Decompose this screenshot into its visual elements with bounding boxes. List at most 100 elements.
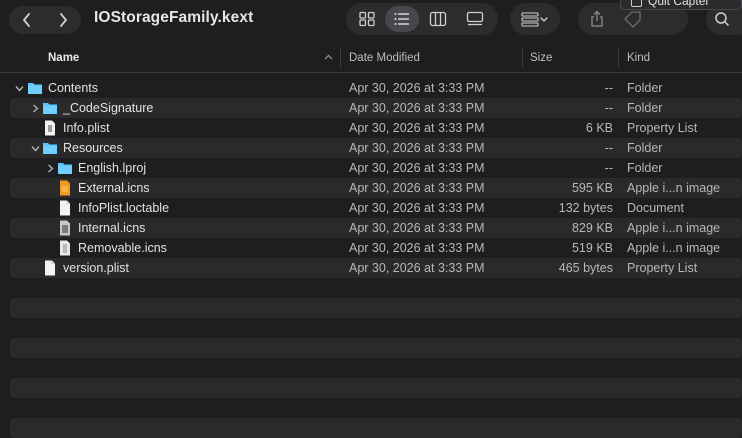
row-kind: Apple i...n image: [627, 221, 721, 235]
column-divider[interactable]: [618, 48, 619, 68]
row-date: Apr 30, 2026 at 3:33 PM: [349, 241, 485, 255]
row-date: Apr 30, 2026 at 3:33 PM: [349, 161, 485, 175]
row-size: --: [604, 81, 613, 95]
list-view-button[interactable]: [385, 6, 419, 32]
disclosure-collapsed-icon[interactable]: [29, 98, 41, 118]
plist-file-icon: [42, 260, 58, 276]
row-size: 6 KB: [585, 121, 613, 135]
chevron-right-icon: [60, 13, 67, 27]
folder-icon: [42, 100, 58, 116]
list-icon: [394, 13, 409, 25]
row-name: Contents: [48, 81, 99, 95]
column-header-name[interactable]: Name: [48, 44, 79, 72]
row-name: Removable.icns: [78, 241, 167, 255]
row-name: External.icns: [78, 181, 150, 195]
row-size: --: [604, 161, 613, 175]
row-kind: Folder: [627, 141, 663, 155]
row-date: Apr 30, 2026 at 3:33 PM: [349, 181, 485, 195]
empty-row: [10, 358, 742, 378]
grid-icon: [359, 11, 375, 27]
table-row[interactable]: _CodeSignature Apr 30, 2026 at 3:33 PM -…: [10, 98, 742, 118]
icns-file-icon: [57, 240, 73, 256]
chevron-left-icon: [23, 13, 30, 27]
column-divider[interactable]: [340, 48, 341, 68]
folder-icon: [27, 80, 43, 96]
empty-row: [10, 378, 742, 398]
row-name: Info.plist: [63, 121, 110, 135]
row-kind: Apple i...n image: [627, 241, 721, 255]
table-row[interactable]: English.lproj Apr 30, 2026 at 3:33 PM --…: [10, 158, 742, 178]
column-header-size[interactable]: Size: [530, 44, 552, 72]
row-date: Apr 30, 2026 at 3:33 PM: [349, 261, 485, 275]
icns-file-icon: [57, 180, 73, 196]
share-icon: [591, 10, 603, 27]
row-kind: Folder: [627, 101, 663, 115]
table-row[interactable]: version.plist Apr 30, 2026 at 3:33 PM 46…: [10, 258, 742, 278]
row-kind: Folder: [627, 161, 663, 175]
table-row[interactable]: Internal.icns Apr 30, 2026 at 3:33 PM 82…: [10, 218, 742, 238]
row-kind: Property List: [627, 261, 698, 275]
column-divider[interactable]: [522, 48, 523, 68]
row-kind: Folder: [627, 81, 663, 95]
row-date: Apr 30, 2026 at 3:33 PM: [349, 201, 485, 215]
row-size: 465 bytes: [558, 261, 613, 275]
column-header-date[interactable]: Date Modified: [349, 44, 420, 72]
row-kind: Document: [627, 201, 684, 215]
row-name: version.plist: [63, 261, 129, 275]
empty-row: [10, 398, 742, 418]
group-by-button[interactable]: [510, 3, 560, 35]
back-button[interactable]: [9, 6, 45, 34]
row-date: Apr 30, 2026 at 3:33 PM: [349, 121, 485, 135]
icns-file-icon: [57, 220, 73, 236]
disclosure-collapsed-icon[interactable]: [44, 158, 56, 178]
empty-row: [10, 298, 742, 318]
row-name: InfoPlist.loctable: [78, 201, 170, 215]
window-title: IOStorageFamily.kext: [94, 9, 254, 26]
disclosure-expanded-icon[interactable]: [13, 78, 25, 98]
gallery-icon: [466, 11, 484, 26]
nav-button-group: [9, 6, 81, 34]
empty-row: [10, 338, 742, 358]
search-icon: [715, 12, 730, 27]
disclosure-expanded-icon[interactable]: [29, 138, 41, 158]
table-row[interactable]: Resources Apr 30, 2026 at 3:33 PM -- Fol…: [10, 138, 742, 158]
sort-chevron-up-icon: [324, 54, 333, 60]
quit-icon: [631, 0, 642, 7]
plist-file-icon: [42, 120, 58, 136]
view-mode-group: [346, 3, 498, 35]
row-date: Apr 30, 2026 at 3:33 PM: [349, 141, 485, 155]
row-size: 595 KB: [571, 181, 613, 195]
table-row[interactable]: Info.plist Apr 30, 2026 at 3:33 PM 6 KB …: [10, 118, 742, 138]
row-name: English.lproj: [78, 161, 147, 175]
file-list: Contents Apr 30, 2026 at 3:33 PM -- Fold…: [10, 78, 742, 438]
empty-row: [10, 318, 742, 338]
row-size: 829 KB: [571, 221, 613, 235]
gallery-view-button[interactable]: [458, 6, 492, 32]
table-row[interactable]: Contents Apr 30, 2026 at 3:33 PM -- Fold…: [10, 78, 742, 98]
columns-icon: [429, 11, 447, 27]
column-header-kind[interactable]: Kind: [627, 44, 650, 72]
table-row[interactable]: InfoPlist.loctable Apr 30, 2026 at 3:33 …: [10, 198, 742, 218]
column-header: Name Date Modified Size Kind: [0, 44, 742, 73]
toolbar: IOStorageFamily.kext Quit Capter: [0, 0, 742, 42]
tag-icon: [624, 11, 641, 28]
row-date: Apr 30, 2026 at 3:33 PM: [349, 101, 485, 115]
row-kind: Property List: [627, 121, 698, 135]
table-row[interactable]: External.icns Apr 30, 2026 at 3:33 PM 59…: [10, 178, 742, 198]
row-size: 132 bytes: [558, 201, 613, 215]
folder-icon: [57, 160, 73, 176]
row-date: Apr 30, 2026 at 3:33 PM: [349, 221, 485, 235]
tooltip: Quit Capter: [620, 0, 742, 10]
row-size: 519 KB: [571, 241, 613, 255]
document-file-icon: [57, 200, 73, 216]
empty-row: [10, 418, 742, 438]
tooltip-label: Quit Capter: [648, 0, 710, 8]
row-size: --: [604, 141, 613, 155]
row-kind: Apple i...n image: [627, 181, 721, 195]
share-button[interactable]: [580, 6, 614, 32]
row-name: Internal.icns: [78, 221, 146, 235]
forward-button[interactable]: [45, 6, 81, 34]
table-row[interactable]: Removable.icns Apr 30, 2026 at 3:33 PM 5…: [10, 238, 742, 258]
column-view-button[interactable]: [421, 6, 455, 32]
icon-view-button[interactable]: [350, 6, 384, 32]
